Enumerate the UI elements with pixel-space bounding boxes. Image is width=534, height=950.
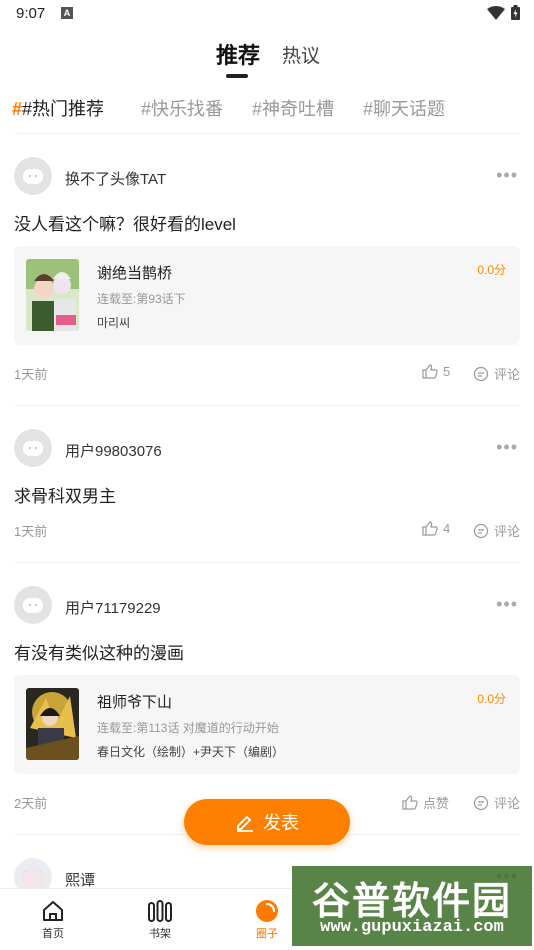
watermark: 谷普软件园 www.gupuxiazai.com <box>292 866 532 946</box>
status-icons <box>487 5 520 20</box>
username[interactable]: 熙谭 <box>65 869 95 890</box>
bookshelf-icon <box>148 900 172 922</box>
status-bar: 9:07 A <box>0 0 534 28</box>
like-count: 4 <box>443 521 451 536</box>
username[interactable]: 用户71179229 <box>65 597 161 618</box>
post-time: 2天前 <box>14 796 48 811</box>
like-count: 5 <box>443 364 451 379</box>
battery-icon <box>511 5 520 20</box>
post-text: 没人看这个嘛？很好看的level <box>14 215 236 234</box>
more-icon[interactable]: ••• <box>496 165 518 186</box>
notification-icon: A <box>61 7 73 19</box>
like-button[interactable]: 4 <box>422 521 450 536</box>
post-time: 1天前 <box>14 524 48 539</box>
post-time: 1天前 <box>14 367 48 382</box>
nav-label: 书架 <box>149 928 171 940</box>
post-text: 有没有类似这种的漫画 <box>14 644 184 663</box>
comment-label: 评论 <box>493 367 520 382</box>
nav-circle[interactable]: 圈子 <box>237 897 297 941</box>
comment-label: 评论 <box>493 796 520 811</box>
avatar[interactable] <box>14 157 52 195</box>
tab-underline <box>226 74 248 78</box>
topic-chat[interactable]: #聊天话题 <box>363 95 445 121</box>
thumbs-up-icon <box>422 364 438 379</box>
topic-hot-recommend[interactable]: ##热门推荐 <box>12 95 104 121</box>
nav-label: 首页 <box>42 928 64 940</box>
username[interactable]: 换不了头像TAT <box>65 168 166 189</box>
comment-button[interactable]: 评论 <box>473 364 520 383</box>
status-time: 9:07 <box>16 5 46 22</box>
like-label: 点赞 <box>423 796 450 811</box>
book-title: 谢绝当鹊桥 <box>97 265 173 282</box>
topic-happy-anime[interactable]: #快乐找番 <box>141 95 223 121</box>
thumbs-up-icon <box>402 795 418 810</box>
divider <box>14 405 520 406</box>
tab-recommend[interactable]: 推荐 <box>216 38 260 70</box>
nav-label: 圈子 <box>256 928 278 940</box>
post-meta: 1天前 5 评论 <box>0 364 534 384</box>
watermark-url: www.gupuxiazai.com <box>320 918 504 937</box>
top-tabs: 推荐 热议 <box>0 36 534 80</box>
topic-bar: ##热门推荐 #快乐找番 #神奇吐槽 #聊天话题 <box>0 93 534 123</box>
topic-funny-rant[interactable]: #神奇吐槽 <box>252 95 334 121</box>
thumbs-up-icon <box>422 521 438 536</box>
post-meta: 1天前 4 评论 <box>0 521 534 541</box>
comment-button[interactable]: 评论 <box>473 521 520 540</box>
pencil-icon <box>237 815 253 832</box>
book-cover <box>26 259 79 331</box>
nav-home[interactable]: 首页 <box>23 897 83 941</box>
topic-hash-icon: # <box>12 99 23 119</box>
book-author: 春日文化（绘制）+尹天下（编剧） <box>97 745 285 759</box>
like-button[interactable]: 5 <box>422 364 450 379</box>
home-icon <box>43 901 63 921</box>
avatar[interactable] <box>14 429 52 467</box>
comment-button[interactable]: 评论 <box>473 793 520 812</box>
watermark-title: 谷普软件园 <box>311 881 512 923</box>
comment-label: 评论 <box>493 524 520 539</box>
book-status: 连载至:第113话 对魔道的行动开始 <box>97 721 279 735</box>
circle-icon <box>256 900 278 922</box>
more-icon[interactable]: ••• <box>496 594 518 615</box>
comment-icon <box>473 366 489 381</box>
topic-label: #热门推荐 <box>22 99 105 119</box>
book-score: 0.0分 <box>477 263 506 277</box>
nav-bookshelf[interactable]: 书架 <box>130 897 190 941</box>
comment-icon <box>473 795 489 810</box>
like-button[interactable]: 点赞 <box>402 793 449 812</box>
username[interactable]: 用户99803076 <box>65 440 162 461</box>
more-icon[interactable]: ••• <box>496 437 518 458</box>
book-cover <box>26 688 79 760</box>
avatar[interactable] <box>14 586 52 624</box>
book-score: 0.0分 <box>477 692 506 706</box>
divider <box>14 133 520 134</box>
publish-label: 发表 <box>263 813 299 833</box>
post-text: 求骨科双男主 <box>14 487 116 506</box>
book-title: 祖师爷下山 <box>97 694 173 711</box>
book-author: 마리씨 <box>97 316 131 330</box>
book-card[interactable]: 谢绝当鹊桥 连载至:第93话下 마리씨 0.0分 <box>14 246 520 345</box>
comment-icon <box>473 523 489 538</box>
wifi-icon <box>487 5 505 20</box>
book-status: 连载至:第93话下 <box>97 292 186 306</box>
publish-button[interactable]: 发表 <box>184 799 350 845</box>
tab-hot-discussion[interactable]: 热议 <box>282 41 320 68</box>
divider <box>14 562 520 563</box>
book-card[interactable]: 祖师爷下山 连载至:第113话 对魔道的行动开始 春日文化（绘制）+尹天下（编剧… <box>14 675 520 774</box>
